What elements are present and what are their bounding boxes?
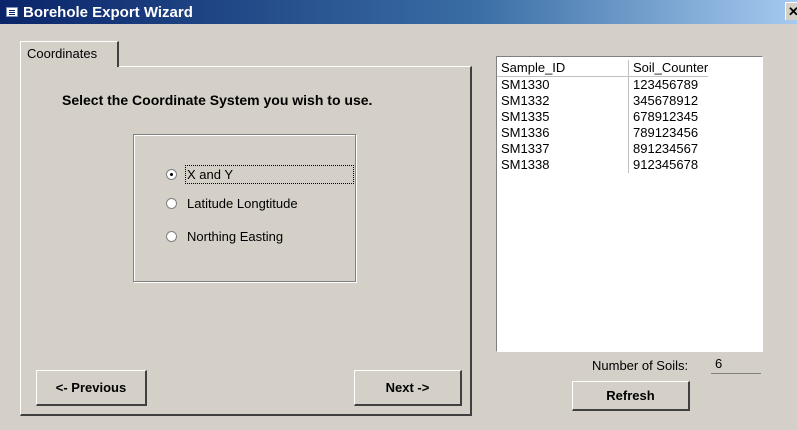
list-header: Sample_ID Soil_Counter: [497, 60, 762, 77]
close-button[interactable]: ✕: [785, 2, 797, 20]
radio-latitude-longitude[interactable]: Latitude Longtitude: [166, 196, 298, 211]
tab-label: Coordinates: [27, 46, 98, 61]
list-row[interactable]: SM1335 678912345: [497, 109, 762, 125]
list-row[interactable]: SM1336 789123456: [497, 125, 762, 141]
sample-id-cell: SM1332: [501, 93, 550, 108]
column-header-sample-id[interactable]: Sample_ID: [497, 60, 628, 77]
soil-counter-cell: 678912345: [628, 109, 708, 125]
soil-count-label: Number of Soils:: [592, 358, 689, 373]
radio-button[interactable]: [166, 198, 177, 209]
radio-northing-easting[interactable]: Northing Easting: [166, 229, 283, 244]
sample-id-cell: SM1335: [501, 109, 550, 124]
radio-label: X and Y: [185, 165, 355, 184]
radio-label: Northing Easting: [187, 229, 284, 244]
soil-counter-cell: 891234567: [628, 141, 708, 157]
refresh-button[interactable]: Refresh: [572, 381, 690, 411]
list-row[interactable]: SM1338 912345678: [497, 157, 762, 173]
instruction-text: Select the Coordinate System you wish to…: [62, 92, 373, 108]
soil-counter-cell: 789123456: [628, 125, 708, 141]
refresh-button-label: Refresh: [606, 388, 655, 403]
soil-counter-cell: 123456789: [628, 77, 708, 93]
previous-button-label: <- Previous: [55, 380, 127, 395]
tab-coordinates[interactable]: Coordinates: [20, 41, 119, 67]
radio-button[interactable]: [166, 231, 177, 242]
previous-button[interactable]: <- Previous: [36, 370, 147, 406]
title-bar: Borehole Export Wizard ✕: [0, 0, 797, 24]
sample-id-cell: SM1337: [501, 141, 550, 156]
next-button-label: Next ->: [385, 380, 430, 395]
list-row[interactable]: SM1332 345678912: [497, 93, 762, 109]
sample-id-cell: SM1336: [501, 125, 550, 140]
list-row[interactable]: SM1337 891234567: [497, 141, 762, 157]
sample-id-cell: SM1338: [501, 157, 550, 172]
list-row[interactable]: SM1330 123456789: [497, 77, 762, 93]
window-title: Borehole Export Wizard: [23, 3, 193, 21]
column-header-soil-counter[interactable]: Soil_Counter: [628, 60, 708, 77]
radio-label: Latitude Longtitude: [187, 196, 298, 211]
next-button[interactable]: Next ->: [354, 370, 462, 406]
radio-x-and-y[interactable]: X and Y: [166, 165, 355, 184]
soil-counter-cell: 345678912: [628, 93, 708, 109]
close-icon: ✕: [788, 4, 797, 19]
sample-id-cell: SM1330: [501, 77, 550, 92]
soil-count-value: 6: [711, 356, 761, 374]
soil-counter-cell: 912345678: [628, 157, 708, 173]
form-icon: [6, 7, 18, 17]
radio-button-checked[interactable]: [166, 169, 177, 180]
soils-list[interactable]: Sample_ID Soil_Counter SM1330 123456789 …: [496, 56, 763, 352]
